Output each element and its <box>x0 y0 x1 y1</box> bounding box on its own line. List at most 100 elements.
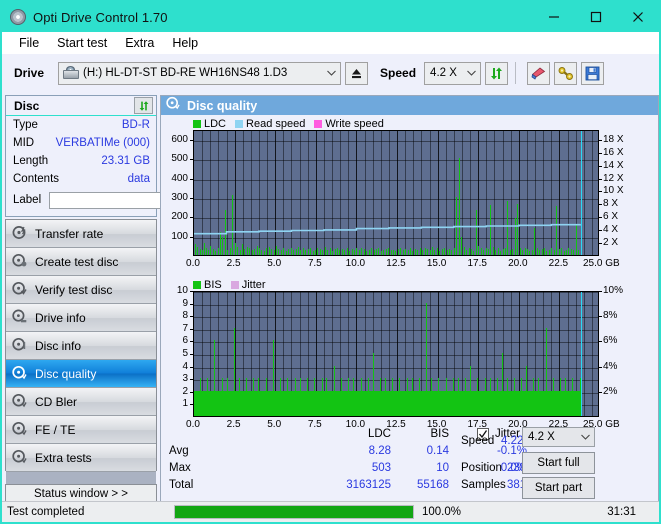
legend-label-read-speed: Read speed <box>246 117 306 130</box>
stats-row-max-label: Max <box>169 462 191 474</box>
sidebar-item-extra-tests[interactable]: Extra tests <box>6 444 156 472</box>
disc-extra-icon <box>12 449 27 467</box>
elapsed-time: 31:31 <box>607 506 636 518</box>
sidebar-item-label: CD Bler <box>35 394 78 409</box>
stats-avg-ldc: 8.28 <box>368 445 391 457</box>
legend-entry-bis: BIS <box>193 279 222 291</box>
status-bar: Test completed 100.0% 31:31 <box>2 501 659 522</box>
stats-max-bis: 10 <box>436 462 449 474</box>
disc-row-label: Label <box>6 188 253 212</box>
minimize-button[interactable] <box>533 2 575 32</box>
speed-select[interactable]: 4.2 X <box>424 61 482 85</box>
disc-quality-icon <box>166 96 180 115</box>
disc-type-value: BD-R <box>121 119 150 131</box>
save-button[interactable] <box>581 61 605 85</box>
legend-label-jitter: Jitter <box>241 278 266 291</box>
menu-bar: File Start test Extra Help <box>2 32 659 54</box>
ldc-x-axis: 0.0 2.5 5.0 7.5 10.0 12.5 15.0 17.5 20.0 22.5 25.0… <box>186 258 620 269</box>
sidebar-item-label: FE / TE <box>35 422 76 437</box>
start-full-button[interactable]: Start full <box>522 452 595 474</box>
resize-grip[interactable] <box>642 505 656 519</box>
disc-contents-value: data <box>127 173 150 185</box>
disc-bler-icon <box>12 393 27 411</box>
sidebar-item-disc-info[interactable]: Disc info <box>6 332 156 360</box>
eject-button[interactable] <box>345 61 369 85</box>
legend-swatch-ldc <box>193 119 201 128</box>
sidebar-item-label: Transfer rate <box>35 226 104 241</box>
stats-avg-bis: 0.14 <box>426 445 449 457</box>
drive-toolbar: Drive (H:) HL-DT-ST BD-RE WH16NS48 1.D3 … <box>2 54 659 92</box>
legend-swatch-write-speed <box>314 119 323 128</box>
disc-panel-title: Disc <box>14 98 40 113</box>
legend-swatch-read-speed <box>235 119 244 128</box>
application-window: Opti Drive Control 1.70 File Start test … <box>0 0 661 524</box>
disc-mid-value: VERBATIMe (000) <box>55 137 150 149</box>
sidebar-item-label: Create test disc <box>35 254 119 269</box>
disc-row-contents: Contents data <box>6 170 156 188</box>
eraser-button[interactable] <box>527 61 551 85</box>
drive-info-icon <box>12 309 27 327</box>
maximize-button[interactable] <box>575 2 617 32</box>
disc-row-length: Length 23.31 GB <box>6 152 156 170</box>
test-nav-list: Transfer rate Create test disc Verify te… <box>5 219 157 484</box>
sidebar-item-drive-info[interactable]: Drive info <box>6 304 156 332</box>
sidebar-item-fe-te[interactable]: FE / TE <box>6 416 156 444</box>
status-text: Test completed <box>7 506 85 518</box>
progress-bar <box>174 505 414 519</box>
stats-col-bis: BIS <box>430 428 449 440</box>
tools-button[interactable] <box>554 61 578 85</box>
stats-total-bis: 55168 <box>417 479 449 491</box>
start-part-button[interactable]: Start part <box>522 477 595 499</box>
legend-swatch-bis <box>193 280 201 289</box>
sidebar-item-transfer-rate[interactable]: Transfer rate <box>6 220 156 248</box>
disc-row-mid: MID VERBATIMe (000) <box>6 134 156 152</box>
disc-refresh-button[interactable] <box>134 97 153 114</box>
menu-file[interactable]: File <box>10 34 48 52</box>
disc-quality-icon <box>12 365 27 383</box>
disc-label-label: Label <box>13 194 42 206</box>
toolbar-separator <box>515 62 517 84</box>
stats-max-ldc: 503 <box>371 462 391 474</box>
progress-fill <box>175 506 413 518</box>
sidebar-item-disc-quality[interactable]: Disc quality <box>6 360 156 388</box>
drive-label: Drive <box>14 66 45 80</box>
end-of-data-marker <box>580 292 583 416</box>
disc-row-type: Type BD-R <box>6 116 156 134</box>
app-disc-icon <box>10 9 26 25</box>
menu-extra[interactable]: Extra <box>116 34 163 52</box>
sidebar-item-create-test-disc[interactable]: Create test disc <box>6 248 156 276</box>
legend-entry-read-speed: Read speed <box>235 118 305 130</box>
drive-select[interactable]: (H:) HL-DT-ST BD-RE WH16NS48 1.D3 <box>58 61 342 85</box>
legend-label-write-speed: Write speed <box>325 117 384 130</box>
chevron-down-icon <box>463 70 480 76</box>
speed-label: Speed <box>380 66 417 80</box>
disc-create-icon <box>12 253 27 271</box>
stats-col-ldc: LDC <box>367 428 391 440</box>
test-speed-value: 4.2 X <box>528 431 555 443</box>
disc-transfer-icon <box>12 225 27 243</box>
close-button[interactable] <box>617 2 659 32</box>
sidebar-item-label: Extra tests <box>35 450 92 465</box>
disc-length-label: Length <box>13 155 49 167</box>
test-speed-select[interactable]: 4.2 X <box>522 427 595 447</box>
disc-type-label: Type <box>13 119 38 131</box>
legend-label-ldc: LDC <box>204 117 227 130</box>
menu-help[interactable]: Help <box>163 34 207 52</box>
nav-spacer <box>6 472 156 484</box>
legend-entry-write-speed: Write speed <box>314 118 384 130</box>
panel-header: Disc quality <box>161 96 658 115</box>
page-title: Disc quality <box>187 98 258 113</box>
sidebar-item-cd-bler[interactable]: CD Bler <box>6 388 156 416</box>
refresh-drive-button[interactable] <box>485 61 509 85</box>
title-bar: Opti Drive Control 1.70 <box>2 2 659 32</box>
chevron-down-icon <box>577 434 594 440</box>
window-title: Opti Drive Control 1.70 <box>33 9 168 25</box>
disc-mid-label: MID <box>13 137 35 149</box>
legend-swatch-jitter <box>230 280 239 289</box>
disc-panel-header: Disc <box>6 96 156 116</box>
read-speed-line <box>194 223 582 235</box>
window-controls <box>533 2 659 32</box>
menu-start-test[interactable]: Start test <box>48 34 116 52</box>
sidebar-item-label: Disc info <box>35 338 82 353</box>
sidebar-item-verify-test-disc[interactable]: Verify test disc <box>6 276 156 304</box>
